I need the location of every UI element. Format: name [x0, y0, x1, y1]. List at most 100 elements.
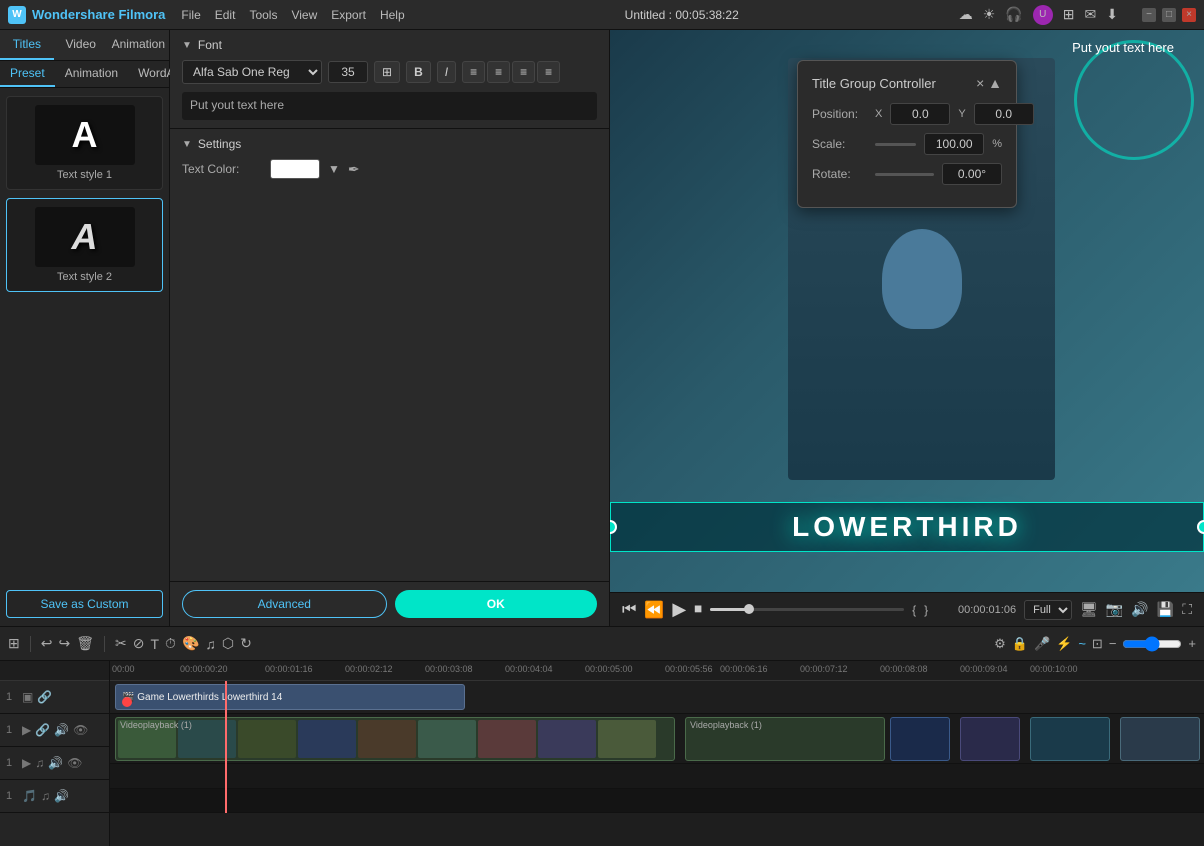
quality-select[interactable]: Full 1/2 1/4	[1024, 600, 1072, 620]
refresh-icon[interactable]: ↻	[240, 635, 252, 652]
track-grid-icon[interactable]: ▣	[22, 690, 33, 704]
download-icon[interactable]: ⬇	[1106, 6, 1118, 23]
tl-split-icon[interactable]: ⚡	[1056, 636, 1072, 652]
align-right-button[interactable]: ≡	[512, 61, 535, 83]
bold-button[interactable]: B	[406, 61, 431, 83]
tab-titles[interactable]: Titles	[0, 30, 54, 60]
close-button[interactable]: ×	[1182, 8, 1196, 22]
undo-icon[interactable]: ↩	[41, 635, 53, 652]
tl-lock-icon[interactable]: 🔒	[1012, 636, 1028, 652]
monitor-icon[interactable]: 🖥	[1080, 601, 1098, 618]
stab-animation[interactable]: Animation	[55, 61, 128, 87]
scale-slider[interactable]	[875, 143, 916, 146]
mail-icon[interactable]: ✉	[1085, 6, 1097, 23]
playhead[interactable]: ✂	[225, 681, 227, 813]
handle-left[interactable]	[610, 520, 617, 534]
curly-brace-right[interactable]: }	[924, 603, 928, 617]
tl-settings-icon[interactable]: ⚙	[994, 636, 1006, 652]
tl-mic-icon[interactable]: 🎤	[1034, 636, 1050, 652]
paint-icon[interactable]: 🎨	[182, 635, 199, 652]
save-icon[interactable]: 💾	[1157, 601, 1174, 618]
progress-handle[interactable]	[744, 604, 754, 614]
handle-right[interactable]	[1197, 520, 1204, 534]
volume-icon[interactable]: 🔊	[1131, 601, 1148, 618]
skip-back-button[interactable]: ⏮	[622, 601, 636, 619]
minimize-button[interactable]: −	[1142, 8, 1156, 22]
timeline-grid-icon[interactable]: ⊞	[8, 635, 20, 652]
video-clip-4[interactable]	[960, 717, 1020, 761]
stab-preset[interactable]: Preset	[0, 61, 55, 87]
cut-icon[interactable]: ✂	[115, 635, 127, 652]
camera-icon[interactable]: 📷	[1106, 601, 1123, 618]
save-custom-button[interactable]: Save as Custom	[6, 590, 163, 618]
curly-brace-left[interactable]: {	[912, 603, 916, 617]
menu-view[interactable]: View	[291, 8, 317, 22]
tab-animation[interactable]: Animation	[108, 30, 169, 60]
cloud-icon[interactable]: ☁	[959, 6, 973, 23]
color-dropdown-icon[interactable]: ▼	[328, 162, 340, 176]
text-icon[interactable]: T	[150, 636, 159, 652]
expand-icon[interactable]: ⛶	[1182, 601, 1192, 618]
track-volume-icon-1[interactable]: 🔊	[54, 723, 69, 737]
headphone-icon[interactable]: 🎧	[1005, 6, 1022, 23]
video-clip-3[interactable]	[890, 717, 950, 761]
tab-video[interactable]: Video	[54, 30, 108, 60]
video-clip-6[interactable]	[1120, 717, 1200, 761]
rotate-input[interactable]	[942, 163, 1002, 185]
zoom-slider[interactable]	[1122, 636, 1182, 652]
step-back-button[interactable]: ⏪	[644, 600, 664, 620]
ok-button[interactable]: OK	[395, 590, 598, 618]
style-item-1[interactable]: A Text style 1	[6, 96, 163, 190]
play-button[interactable]: ▶	[672, 599, 686, 620]
align-left-button[interactable]: ≡	[462, 61, 485, 83]
track-grid-icon-1[interactable]: ▶	[22, 723, 31, 737]
redo-icon[interactable]: ↪	[58, 635, 70, 652]
grid-icon[interactable]: ⊞	[1063, 6, 1075, 23]
font-section-header[interactable]: ▼ Font	[182, 38, 597, 52]
track-play-icon-2[interactable]: ▶	[22, 756, 31, 770]
zoom-range[interactable]	[1122, 636, 1182, 652]
maximize-button[interactable]: □	[1162, 8, 1176, 22]
tl-wave-icon[interactable]: ~	[1078, 636, 1086, 651]
font-size-input[interactable]	[328, 61, 368, 83]
title-clip[interactable]: 🎬 Game Lowerthirds Lowerthird 14	[115, 684, 465, 710]
zoom-out-icon[interactable]: −	[1109, 636, 1117, 651]
track-link-icon-1[interactable]: 🔗	[35, 723, 50, 737]
crop-icon[interactable]: ⊘	[133, 635, 145, 652]
video-clip-5[interactable]	[1030, 717, 1110, 761]
sun-icon[interactable]: ☀	[983, 6, 996, 23]
menu-edit[interactable]: Edit	[215, 8, 236, 22]
track-music-icon-2[interactable]: ♫	[35, 756, 44, 770]
menu-help[interactable]: Help	[380, 8, 405, 22]
position-x-input[interactable]	[890, 103, 950, 125]
text-color-swatch[interactable]	[270, 159, 320, 179]
track-note-icon-3[interactable]: 🎵	[22, 789, 37, 803]
menu-export[interactable]: Export	[331, 8, 366, 22]
zoom-in-icon[interactable]: +	[1188, 636, 1196, 651]
keyframe-icon[interactable]: ⬡	[222, 635, 234, 652]
audio-icon[interactable]: ♫	[205, 636, 216, 652]
clock-icon[interactable]: ⏱	[165, 635, 176, 652]
menu-file[interactable]: File	[181, 8, 200, 22]
menu-tools[interactable]: Tools	[249, 8, 277, 22]
rotate-slider[interactable]	[875, 173, 934, 176]
align-justify-button[interactable]: ≡	[537, 61, 560, 83]
italic-button[interactable]: I	[437, 61, 456, 83]
position-y-input[interactable]	[974, 103, 1034, 125]
track-eye-icon-1[interactable]: 👁	[73, 723, 88, 737]
track-vol-icon-2[interactable]: 🔊	[48, 756, 63, 770]
style-item-2[interactable]: A Text style 2	[6, 198, 163, 292]
scale-input[interactable]	[924, 133, 984, 155]
user-avatar[interactable]: U	[1033, 5, 1053, 25]
font-family-select[interactable]: Alfa Sab One Reg	[182, 60, 322, 84]
track-eye-icon-2[interactable]: 👁	[67, 756, 82, 770]
track-link-icon[interactable]: 🔗	[37, 690, 52, 704]
track-vol-icon-3[interactable]: 🔊	[54, 789, 69, 803]
align-center-button[interactable]: ≡	[487, 61, 510, 83]
text-preview[interactable]: Put yout text here	[182, 92, 597, 120]
video-clip-1[interactable]: Videoplayback (1)	[115, 717, 675, 761]
font-grid-button[interactable]: ⊞	[374, 61, 400, 83]
stop-button[interactable]: ⏹	[694, 601, 702, 619]
track-music-icon-3[interactable]: ♫	[41, 789, 50, 803]
tl-pip-icon[interactable]: ⊡	[1092, 636, 1103, 652]
